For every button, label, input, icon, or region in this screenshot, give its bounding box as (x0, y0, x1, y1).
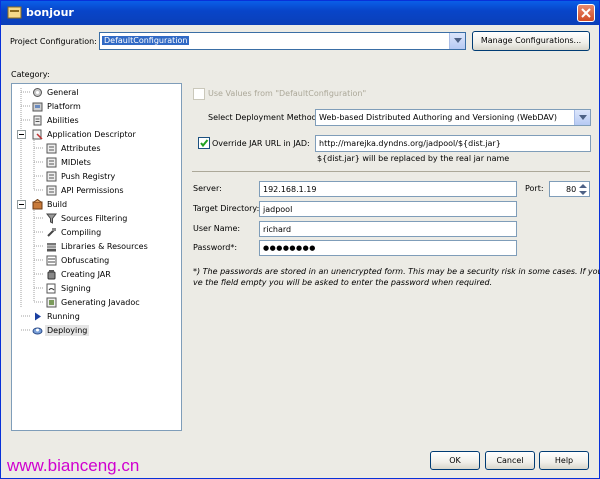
run-icon (35, 312, 41, 321)
checkmark-icon (200, 139, 209, 148)
separator (192, 171, 590, 172)
project-config-dropdown-button[interactable] (449, 33, 465, 49)
title-bar[interactable]: bonjour (1, 1, 599, 25)
libraries-icon (47, 243, 56, 252)
filter-icon (46, 213, 57, 224)
api-permissions-icon (46, 185, 57, 196)
deployment-method-dropdown-button[interactable] (574, 110, 590, 125)
password-input[interactable]: ●●●●●●●● (259, 240, 517, 256)
project-config-select[interactable]: DefaultConfiguration (99, 32, 466, 50)
manage-configurations-button[interactable]: Manage Configurations... (472, 31, 590, 51)
deploy-icon (32, 327, 43, 335)
override-jar-url-label: Override JAR URL in JAD: (212, 139, 310, 148)
close-icon (581, 8, 591, 18)
user-name-label: User Name: (193, 224, 241, 233)
expander-build[interactable] (17, 200, 26, 209)
override-jar-url-checkbox[interactable] (198, 137, 210, 149)
jar-icon (47, 270, 56, 280)
user-name-input[interactable]: richard (259, 221, 517, 237)
project-config-label: Project Configuration: (10, 37, 97, 46)
midlets-icon (46, 157, 57, 168)
window-title: bonjour (26, 6, 74, 19)
ok-button[interactable]: OK (430, 451, 480, 470)
server-label: Server: (193, 184, 222, 193)
target-directory-label: Target Directory: (193, 204, 260, 213)
deployment-method-label: Select Deployment Method: (208, 113, 320, 122)
port-spinner[interactable]: 80 (549, 181, 590, 197)
server-input[interactable]: 192.168.1.19 (259, 181, 517, 197)
target-directory-input[interactable]: jadpool (259, 201, 517, 217)
project-config-value: DefaultConfiguration (102, 36, 190, 45)
password-note-line1: *) The passwords are stored in an unencr… (193, 267, 600, 276)
general-icon (33, 88, 42, 97)
watermark: www.bianceng.cn (7, 456, 140, 475)
app-icon (7, 6, 22, 19)
password-note-line2: ve the field empty you will be asked to … (193, 278, 493, 287)
chevron-down-icon (579, 115, 587, 120)
platform-icon (32, 102, 43, 112)
javadoc-icon (46, 297, 57, 308)
port-label: Port: (525, 184, 544, 193)
signing-icon (46, 283, 56, 294)
attributes-icon (46, 143, 57, 154)
build-icon (32, 199, 43, 210)
use-values-checkbox[interactable] (193, 88, 205, 100)
push-registry-icon (46, 171, 57, 182)
cancel-button[interactable]: Cancel (485, 451, 535, 470)
deployment-method-select[interactable]: Web-based Distributed Authoring and Vers… (315, 109, 591, 126)
dialog-window: bonjour Project Configuration: DefaultCo… (0, 0, 600, 479)
obfuscating-icon (46, 255, 57, 266)
close-button[interactable] (577, 4, 595, 22)
category-label: Category: (11, 70, 50, 79)
expander-application-descriptor[interactable] (17, 130, 26, 139)
abilities-icon (33, 115, 42, 126)
deployment-method-value: Web-based Distributed Authoring and Vers… (319, 113, 557, 122)
override-hint: ${dist.jar} will be replaced by the real… (317, 154, 510, 163)
descriptor-icon (32, 129, 43, 140)
override-jar-url-input[interactable]: http://marejka.dyndns.org/jadpool/${dist… (315, 135, 591, 152)
password-label: Password*: (193, 243, 238, 252)
use-values-label: Use Values from "DefaultConfiguration" (208, 89, 367, 98)
compile-icon (47, 228, 56, 237)
category-tree[interactable]: General Platform Abilities Application D… (11, 83, 182, 431)
spinner-arrows-icon[interactable] (579, 184, 587, 195)
chevron-down-icon (454, 38, 462, 43)
help-button[interactable]: Help (539, 451, 589, 470)
